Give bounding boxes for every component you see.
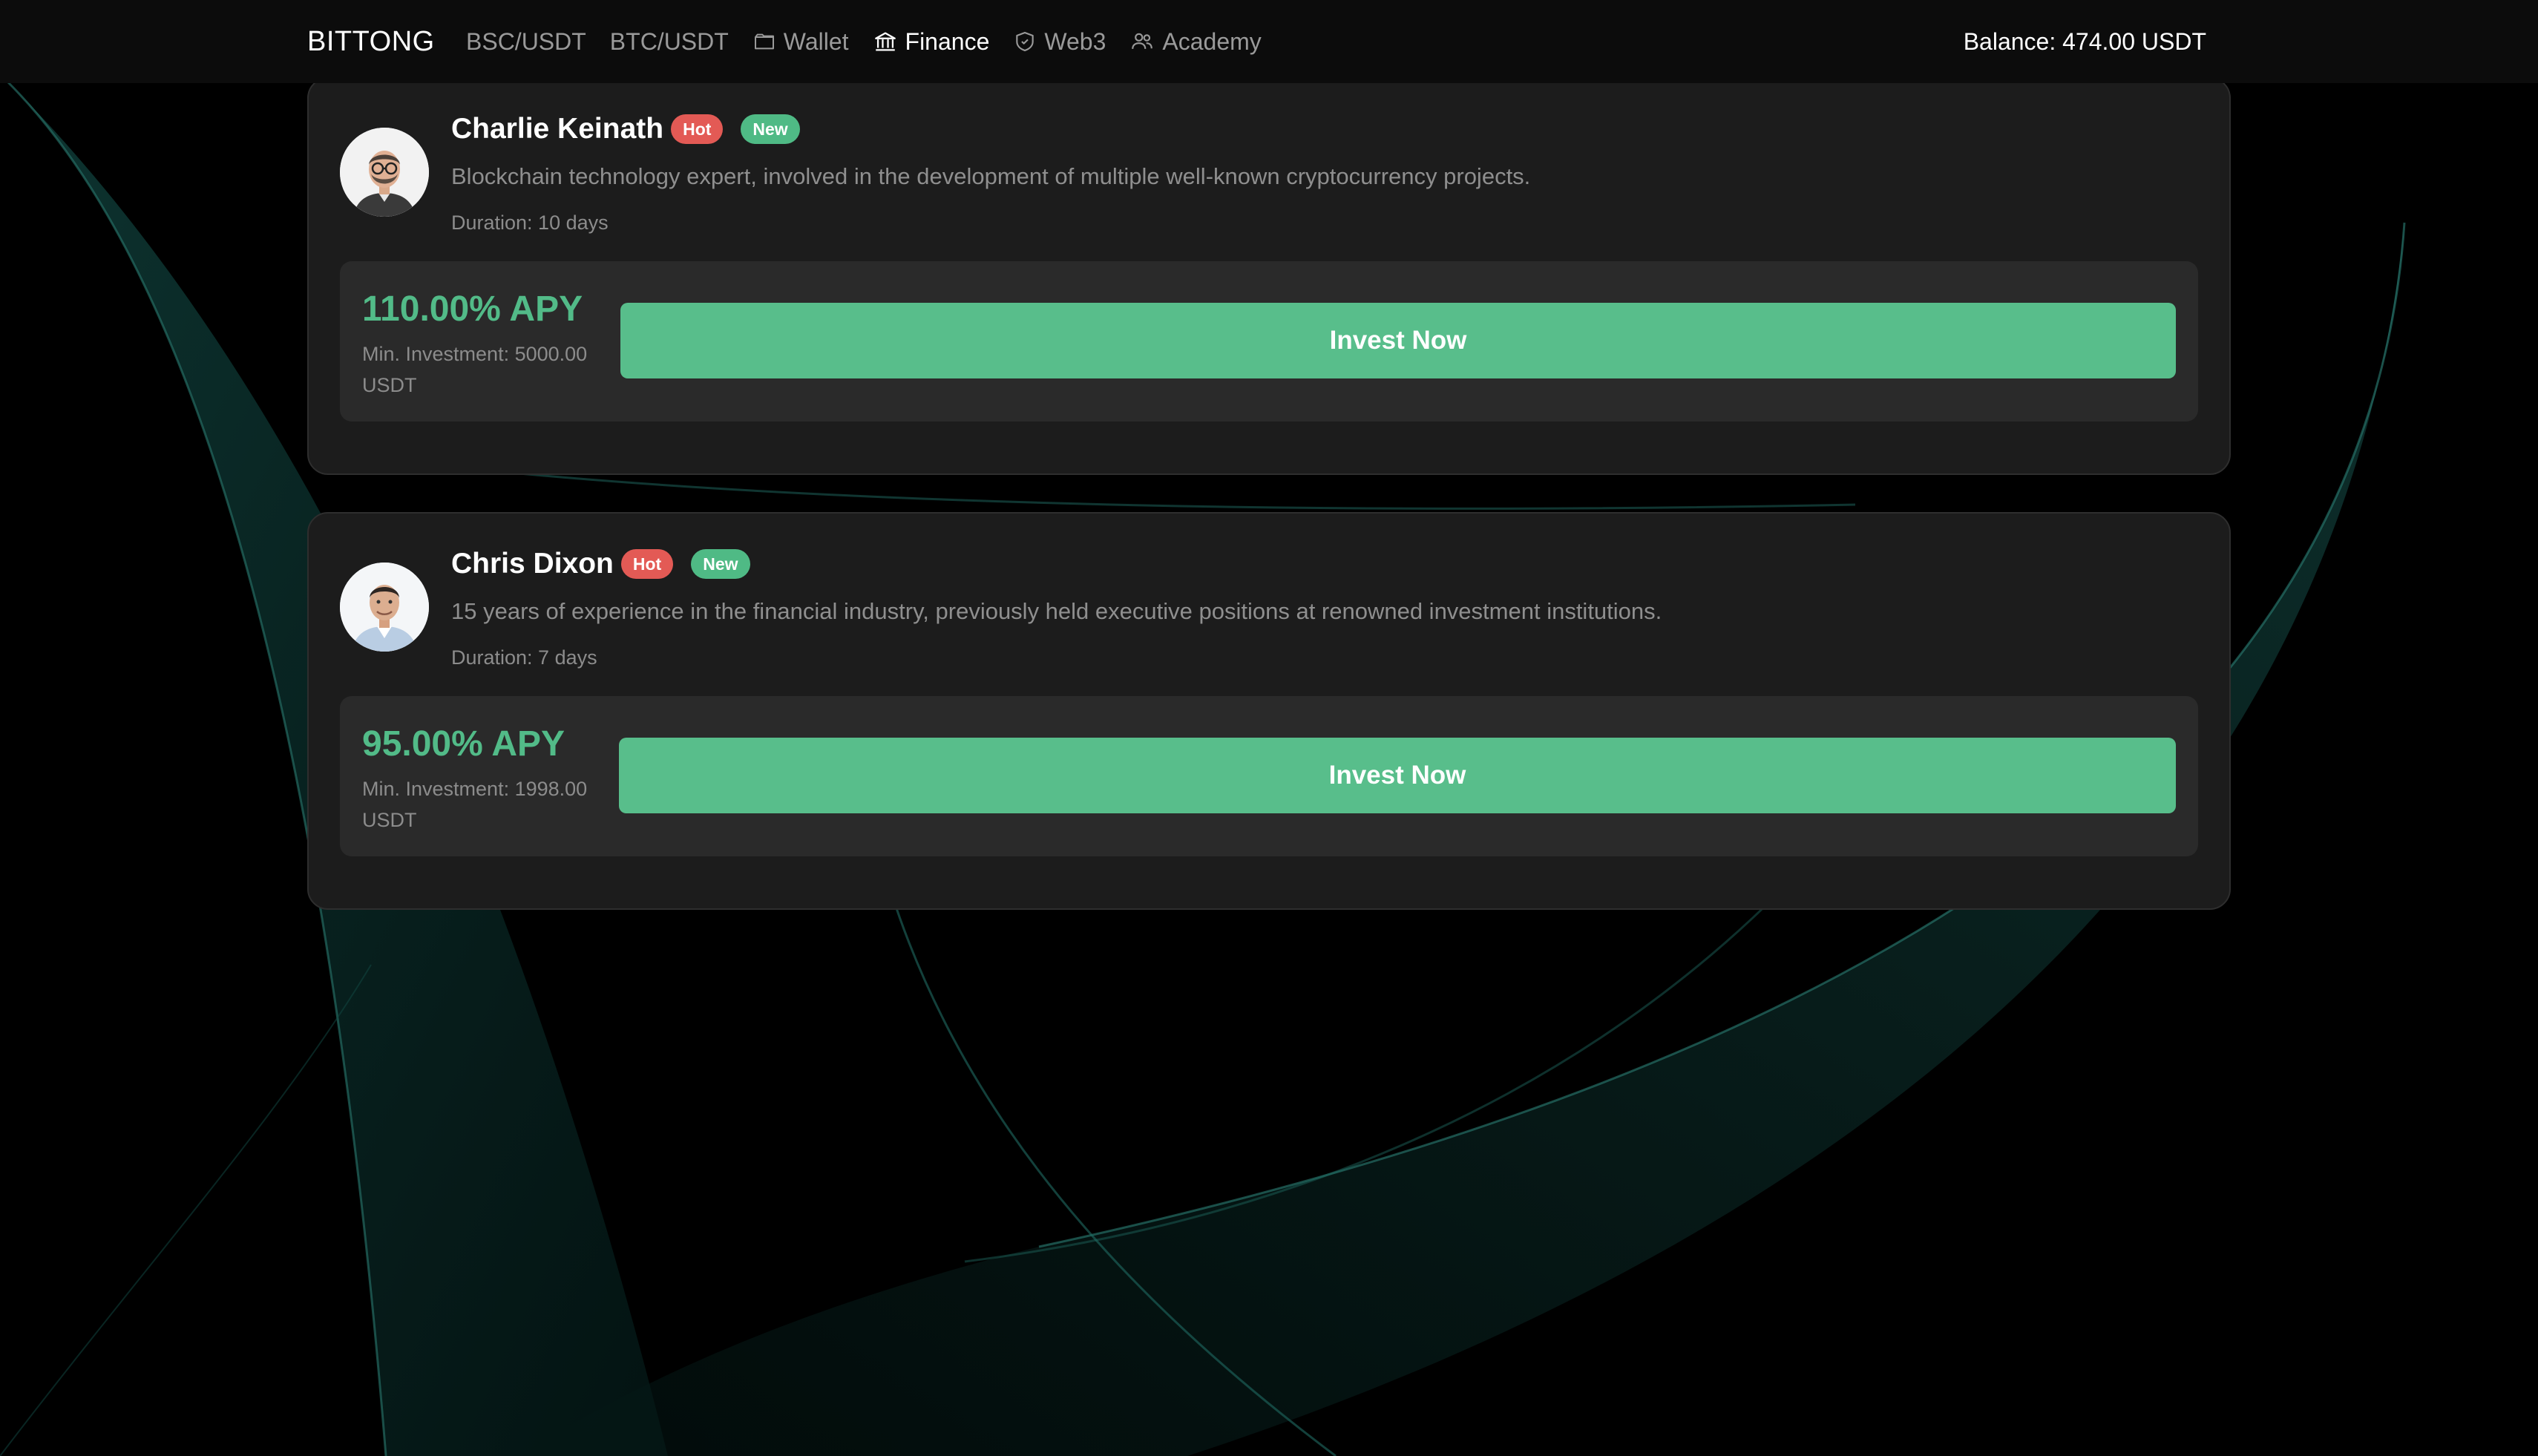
trader-duration: Duration: 10 days	[451, 211, 609, 234]
nav-link-label: BSC/USDT	[466, 27, 586, 55]
nav-link-label: Finance	[905, 27, 990, 55]
trader-description: Blockchain technology expert, involved i…	[451, 163, 1531, 189]
apy-value: 95.00% APY	[362, 724, 565, 764]
new-badge: New	[691, 549, 750, 579]
trader-description: 15 years of experience in the financial …	[451, 598, 1662, 624]
invest-now-button[interactable]: Invest Now	[620, 303, 2176, 378]
investment-panel: 95.00% APY Min. Investment: 1998.00 USDT…	[340, 696, 2198, 856]
nav-link-wallet[interactable]: Wallet	[752, 28, 849, 56]
min-investment: Min. Investment: 5000.00 USDT	[362, 343, 588, 396]
users-icon	[1129, 29, 1155, 54]
nav-link-label: Wallet	[783, 27, 849, 55]
invest-now-button[interactable]: Invest Now	[619, 738, 2176, 813]
bank-icon	[873, 29, 898, 54]
nav-link-bsc-usdt[interactable]: BSC/USDT	[466, 28, 586, 56]
nav-link-academy[interactable]: Academy	[1129, 27, 1262, 56]
new-badge: New	[741, 114, 800, 144]
nav-link-finance[interactable]: Finance	[873, 27, 990, 56]
min-investment: Min. Investment: 1998.00 USDT	[362, 778, 588, 831]
nav-link-label: Academy	[1162, 27, 1262, 55]
trader-card: Chris Dixon Hot New 15 years of experien…	[307, 512, 2231, 910]
hot-badge: Hot	[620, 549, 674, 579]
brand-logo[interactable]: BITTONG	[307, 22, 435, 61]
wallet-icon	[752, 30, 776, 53]
avatar	[340, 128, 429, 217]
trader-header: Charlie Keinath Hot New	[451, 111, 800, 147]
hot-badge: Hot	[671, 114, 724, 144]
investment-panel: 110.00% APY Min. Investment: 5000.00 USD…	[340, 261, 2198, 422]
trader-name: Charlie Keinath	[451, 113, 664, 145]
trader-header: Chris Dixon Hot New	[451, 546, 750, 582]
trader-duration: Duration: 7 days	[451, 646, 597, 669]
top-navbar: BITTONG BSC/USDT BTC/USDT Wallet Finance…	[0, 0, 2538, 83]
nav-link-web3[interactable]: Web3	[1013, 28, 1106, 56]
nav-link-label: Web3	[1044, 27, 1106, 55]
trader-name: Chris Dixon	[451, 548, 614, 580]
apy-value: 110.00% APY	[362, 289, 583, 329]
nav-link-label: BTC/USDT	[609, 27, 729, 55]
shield-icon	[1013, 30, 1037, 53]
trader-card: Charlie Keinath Hot New Blockchain techn…	[307, 77, 2231, 475]
nav-links: BSC/USDT BTC/USDT Wallet Finance Web3 Ac…	[466, 22, 1285, 61]
nav-link-btc-usdt[interactable]: BTC/USDT	[610, 28, 729, 56]
avatar	[340, 563, 429, 652]
balance-display: Balance: 474.00 USDT	[1963, 28, 2206, 55]
